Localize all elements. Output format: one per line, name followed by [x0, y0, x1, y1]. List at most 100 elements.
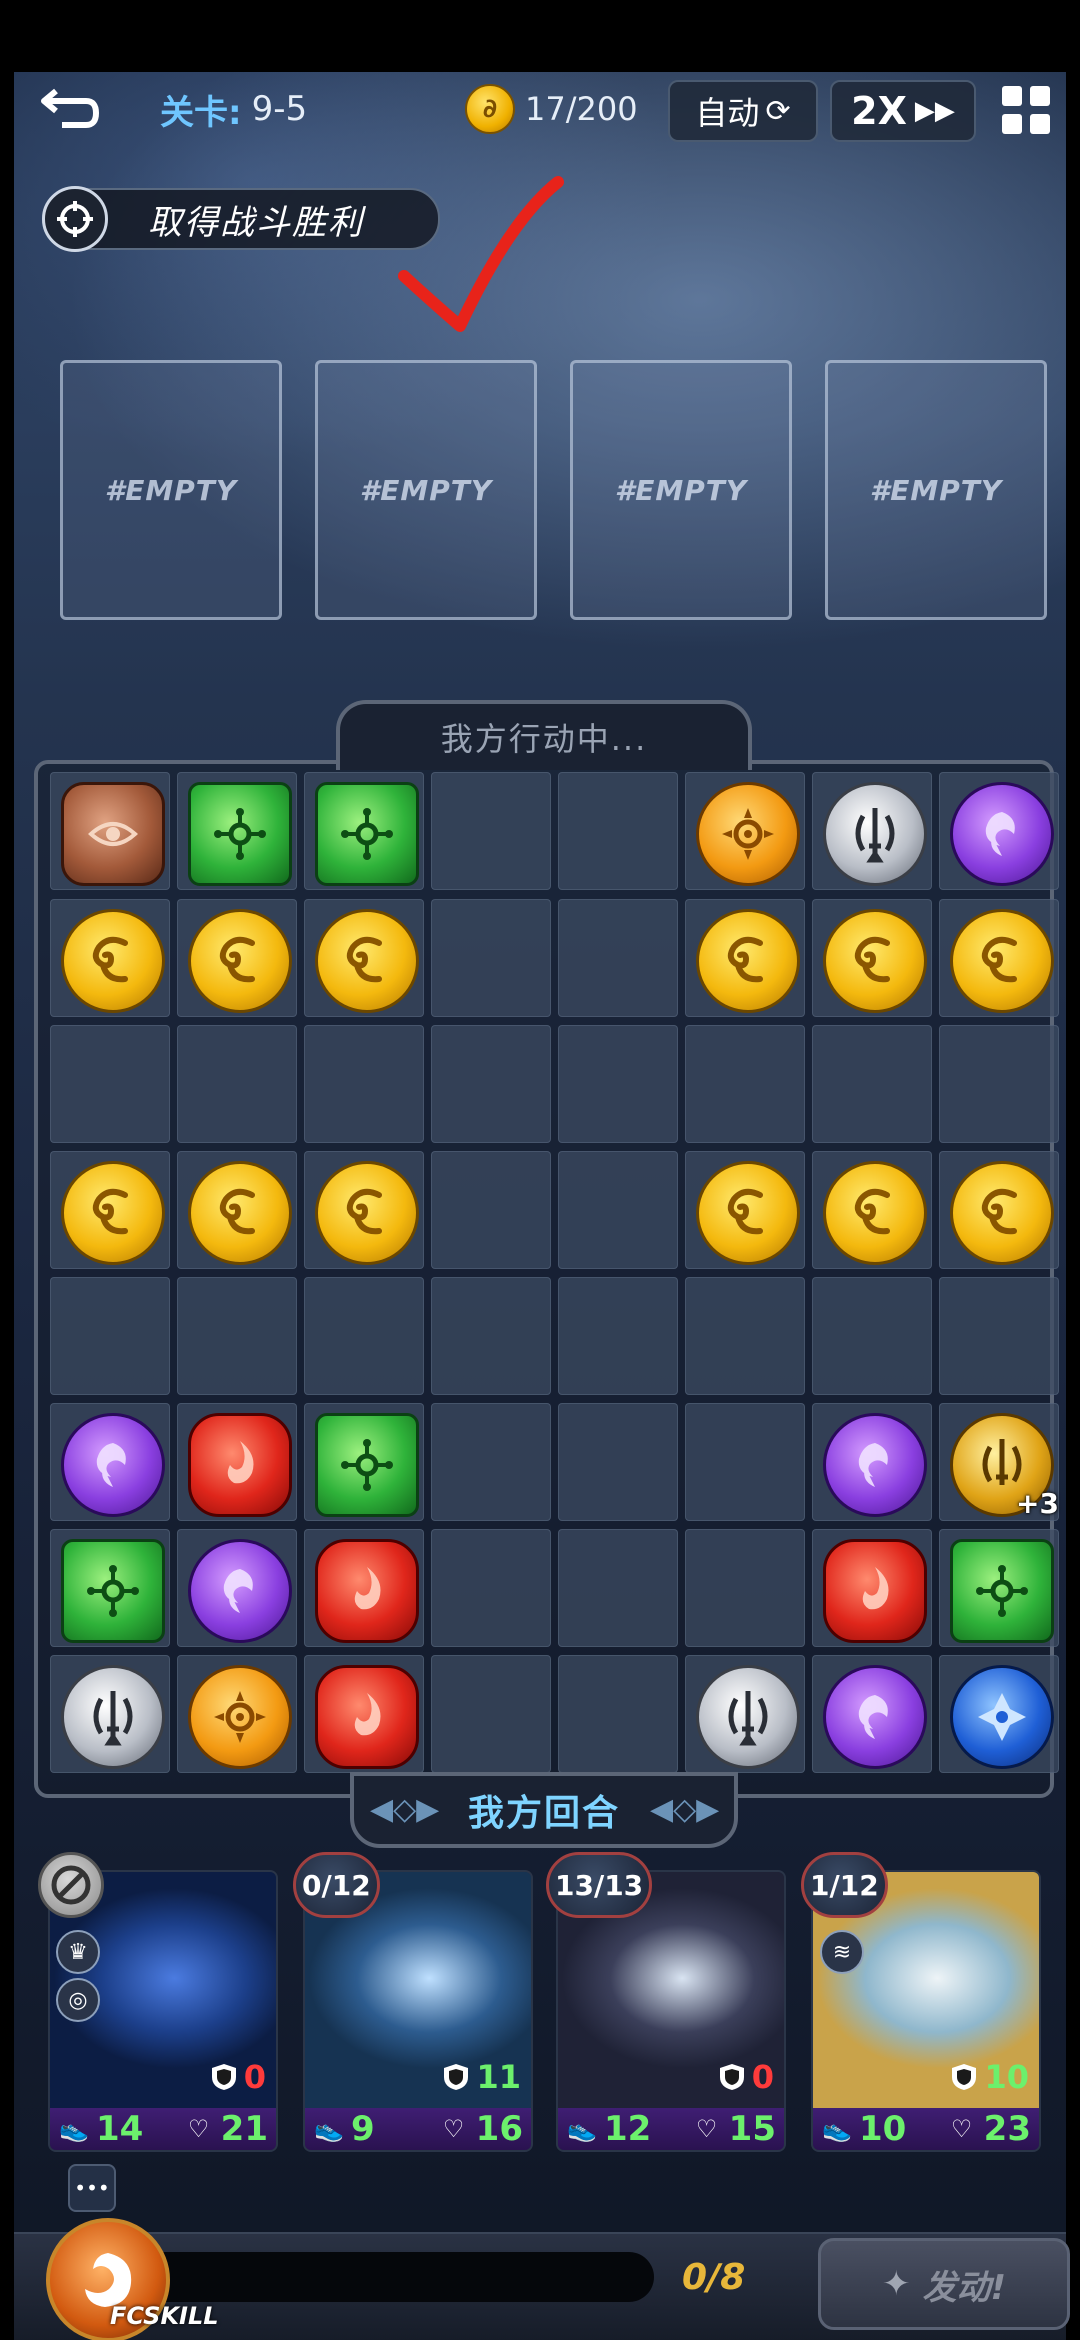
boot-icon: 👟 — [822, 2115, 852, 2143]
silver-gem[interactable] — [61, 1665, 165, 1769]
silver-gem[interactable] — [823, 782, 927, 886]
magic-wand-icon: ✦ — [881, 2264, 911, 2304]
board-cell[interactable] — [685, 1025, 805, 1143]
chat-bubble-icon: ••• — [74, 2176, 110, 2200]
green-gem[interactable] — [950, 1539, 1054, 1643]
purple-gem[interactable] — [950, 782, 1054, 886]
coin-counter: ∂ 17/200 — [465, 74, 638, 144]
brown-gem[interactable] — [61, 782, 165, 886]
menu-button[interactable] — [1000, 80, 1060, 140]
purple-gem[interactable] — [823, 1413, 927, 1517]
board-cell[interactable] — [431, 1403, 551, 1521]
status-bar — [0, 0, 1080, 72]
board-cell[interactable] — [431, 1025, 551, 1143]
yellow-gem[interactable] — [950, 1161, 1054, 1265]
red-gem[interactable] — [315, 1665, 419, 1769]
board-cell[interactable] — [304, 1025, 424, 1143]
green-gem[interactable] — [315, 1413, 419, 1517]
yellow-gem[interactable] — [315, 1161, 419, 1265]
heart-icon: ♡ — [950, 2115, 973, 2143]
silver-gem[interactable] — [696, 1665, 800, 1769]
green-gem[interactable] — [315, 782, 419, 886]
board-cell[interactable] — [558, 1529, 678, 1647]
heart-icon: ♡ — [695, 2115, 718, 2143]
yellow-gem[interactable] — [315, 909, 419, 1013]
yellow-gem[interactable] — [61, 1161, 165, 1265]
board-cell[interactable] — [685, 1529, 805, 1647]
fast-forward-icon: ▶▶ — [914, 96, 955, 126]
board-cell[interactable] — [431, 1529, 551, 1647]
yellow-gem[interactable] — [696, 909, 800, 1013]
board-cell[interactable] — [558, 1277, 678, 1395]
speed-button[interactable]: 2X ▶▶ — [830, 80, 976, 142]
board-cell[interactable] — [558, 1151, 678, 1269]
boot-icon: 👟 — [59, 2115, 89, 2143]
purple-gem[interactable] — [188, 1539, 292, 1643]
charge-badge: 13/13 — [546, 1852, 653, 1918]
board-cell[interactable] — [558, 1655, 678, 1773]
red-gem[interactable] — [823, 1539, 927, 1643]
green-gem[interactable] — [61, 1539, 165, 1643]
board-cell[interactable] — [939, 1025, 1059, 1143]
board-cell[interactable] — [685, 1403, 805, 1521]
back-button[interactable] — [30, 74, 110, 144]
auto-label: 自动 — [695, 94, 760, 132]
green-gem[interactable] — [188, 782, 292, 886]
level-key: 关卡: — [160, 92, 242, 133]
board-cell[interactable] — [431, 1151, 551, 1269]
shield-icon — [952, 2064, 977, 2090]
coin-icon: ∂ — [465, 84, 515, 134]
yellow-gem[interactable] — [188, 909, 292, 1013]
hp-value: 21 — [220, 2109, 268, 2149]
yellow-gem[interactable] — [696, 1161, 800, 1265]
target-icon — [42, 186, 108, 252]
speed-label: 2X — [851, 89, 907, 133]
board-cell[interactable] — [558, 899, 678, 1017]
yellow-gem[interactable] — [823, 909, 927, 1013]
board-cell[interactable] — [685, 1277, 805, 1395]
auto-button[interactable]: 自动 ⟳ — [668, 80, 818, 142]
card-stats: 👟 10 ♡ 23 — [813, 2108, 1039, 2150]
orange-gem[interactable] — [188, 1665, 292, 1769]
board-cell[interactable] — [939, 1277, 1059, 1395]
purple-gem[interactable] — [823, 1665, 927, 1769]
card-stats: 👟 9 ♡ 16 — [305, 2108, 531, 2150]
chat-button[interactable]: ••• — [68, 2164, 116, 2212]
yellow-gem[interactable] — [950, 909, 1054, 1013]
board-cell[interactable] — [558, 772, 678, 890]
board-cell[interactable] — [431, 772, 551, 890]
yellow-gem[interactable] — [61, 909, 165, 1013]
board-cell[interactable] — [431, 1277, 551, 1395]
card-shield: 0 — [718, 2058, 774, 2096]
shield-icon — [719, 2064, 744, 2090]
orange-gem[interactable] — [696, 782, 800, 886]
blue-gem[interactable] — [950, 1665, 1054, 1769]
charge-badge: 0/12 — [293, 1852, 380, 1918]
red-gem[interactable] — [188, 1413, 292, 1517]
yellow-gem[interactable] — [188, 1161, 292, 1265]
board-cell[interactable] — [812, 1277, 932, 1395]
board-cell[interactable] — [177, 1025, 297, 1143]
launch-button[interactable]: ✦ 发动! — [818, 2238, 1070, 2330]
red-gem[interactable] — [315, 1539, 419, 1643]
board-cell[interactable] — [304, 1277, 424, 1395]
board-cell[interactable] — [50, 1025, 170, 1143]
board-cell[interactable] — [431, 899, 551, 1017]
purple-gem[interactable] — [61, 1413, 165, 1517]
board-cell[interactable] — [431, 1655, 551, 1773]
board-cell[interactable] — [558, 1403, 678, 1521]
board-cell[interactable] — [558, 1025, 678, 1143]
board-cell[interactable] — [50, 1277, 170, 1395]
check-annotation-icon — [398, 176, 564, 332]
yellow-gem[interactable] — [823, 1161, 927, 1265]
hp-stat: ♡ 15 — [691, 2109, 776, 2149]
banner-right-arrow-icon: ◀◇▶ — [650, 1792, 720, 1827]
level-value: 9-5 — [251, 89, 308, 129]
disabled-icon — [38, 1852, 104, 1918]
hp-value: 23 — [983, 2109, 1031, 2149]
launch-label: 发动! — [922, 2267, 1006, 2308]
goldsword-gem[interactable]: +3 — [950, 1413, 1059, 1520]
board-cell[interactable] — [177, 1277, 297, 1395]
board-cell[interactable] — [812, 1025, 932, 1143]
hp-value: 15 — [728, 2109, 776, 2149]
